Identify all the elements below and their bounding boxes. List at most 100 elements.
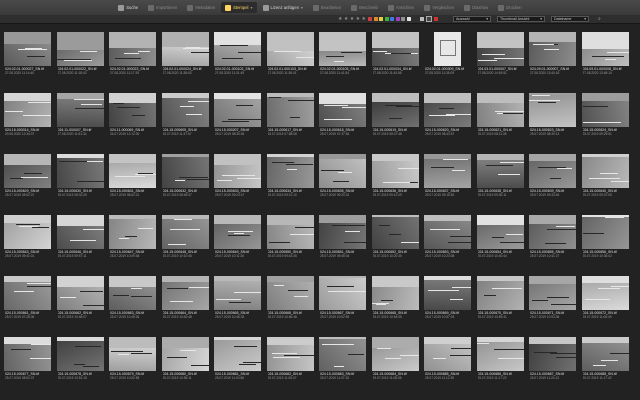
thumbnail-image[interactable]: [581, 154, 629, 188]
thumbnail-item[interactable]: 024.15-000621_SN.tif 25.07.2019 08:11:35: [475, 91, 526, 152]
toolbar-button-10[interactable]: Drucken: [494, 2, 526, 13]
thumbnail-image[interactable]: [4, 337, 51, 371]
thumbnail-item[interactable]: 024.02.01-000105_SN.tif 27.08.2020 11:41:…: [317, 30, 368, 91]
toolbar-button-0[interactable]: Suche: [114, 2, 142, 13]
thumbnail-item[interactable]: 024.02.01-000034_SN.tif 27.08.2020 11:43:…: [370, 30, 421, 91]
thumbnail-item[interactable]: 024.15-000655_SN.tif 25.07.2019 10:41:27: [527, 213, 578, 274]
sort-dropdown[interactable]: Dateiname ▾: [551, 16, 589, 22]
thumbnail-item[interactable]: 024.15-000605_SN.tif 25.07.2019 11:37:57: [160, 91, 211, 152]
thumbnail-item[interactable]: 024.15-000688_SN.tif 25.07.2019 11:17:42: [580, 335, 631, 396]
thumbnail-image[interactable]: [319, 215, 366, 249]
thumbnail-image[interactable]: [266, 154, 314, 188]
thumbnail-image[interactable]: [161, 337, 209, 371]
thumbnail-image[interactable]: [371, 215, 419, 249]
thumbnail-image[interactable]: [424, 154, 471, 188]
toolbar-button-1[interactable]: Importieren: [144, 2, 181, 13]
thumbnail-image[interactable]: [266, 93, 314, 127]
thumbnail-item[interactable]: 024.15-000648_SN.tif 25.07.2019 10:10:46: [160, 213, 211, 274]
thumbnail-image[interactable]: [4, 32, 51, 66]
thumbnail-item[interactable]: 024.15-000669_SN.tif 25.07.2019 10:57:03: [422, 274, 473, 335]
thumbnail-image[interactable]: [109, 154, 156, 188]
thumbnail-item[interactable]: 024.15-000663_SN.tif 25.07.2019 10:45:26: [107, 274, 158, 335]
thumbnail-item[interactable]: 024.15-000620_SN.tif 25.07.2019 08:43:57: [422, 91, 473, 152]
thumbnail-item[interactable]: 024.11-000007_SN.tif 27.08.2020 11:51:34: [55, 91, 106, 152]
thumbnail-item[interactable]: 024.15-000635_SN.tif 25.07.2019 09:20:31: [317, 152, 368, 213]
thumbnail-image[interactable]: [214, 32, 261, 66]
thumbnail-item[interactable]: 024.15-000640_SN.tif 25.07.2019 09:37:05: [580, 152, 631, 213]
thumbnail-image[interactable]: [109, 93, 156, 127]
thumbnail-image[interactable]: [424, 93, 471, 127]
thumbnail-item[interactable]: 024.15-000639_SN.tif 25.07.2019 09:33:46: [527, 152, 578, 213]
thumbnail-item[interactable]: 024.15-000638_SN.tif 25.07.2019 09:30:11: [475, 152, 526, 213]
thumbnail-image[interactable]: [4, 93, 51, 127]
toolbar-button-8[interactable]: Vergleichen: [420, 2, 458, 13]
thumbnail-item[interactable]: 024.02.01-000024_SN.tif 27.08.2020 11:38:…: [160, 30, 211, 91]
thumbnail-image[interactable]: [581, 337, 629, 371]
toolbar-button-4[interactable]: Lizenz anfügen ▾: [259, 2, 307, 13]
thumbnail-item[interactable]: 024.15-000665_SN.tif 25.07.2019 10:46:33: [212, 274, 263, 335]
thumbnail-item[interactable]: 024.15-000682_SN.tif 25.07.2019 11:05:07: [265, 335, 316, 396]
thumbnail-item[interactable]: 024.15-000631_SN.tif 25.07.2019 08:52:21: [107, 152, 158, 213]
thumbnail-item[interactable]: 024.15-000684_SN.tif 25.07.2019 11:08:36: [370, 335, 421, 396]
thumbnail-item[interactable]: 024.15-000633_SN.tif 25.07.2019 09:23:47: [212, 152, 263, 213]
thumbnail-image[interactable]: [56, 154, 104, 188]
thumbnail-item[interactable]: 024.15-000618_SN.tif 25.07.2019 07:37:54: [317, 91, 368, 152]
thumbnail-image[interactable]: [266, 337, 314, 371]
thumbnail-image[interactable]: [424, 337, 471, 371]
thumbnail-image[interactable]: [424, 276, 471, 310]
thumbnail-item[interactable]: 024.15-000646_SN.tif 25.07.2019 09:57:11: [55, 213, 106, 274]
thumbnail-image[interactable]: [371, 154, 419, 188]
thumbnail-image[interactable]: [214, 93, 261, 127]
thumbnail-image[interactable]: [56, 276, 104, 310]
thumbnail-image[interactable]: [109, 276, 156, 310]
thumbnail-item[interactable]: 024.15-000687_SN.tif 25.07.2019 11:24:13: [527, 335, 578, 396]
thumbnail-image[interactable]: [109, 337, 156, 371]
thumbnail-image[interactable]: [56, 93, 104, 127]
thumbnail-image[interactable]: [4, 215, 51, 249]
flag-black-icon[interactable]: [426, 16, 432, 22]
thumbnail-item[interactable]: 024.15-000661_SN.tif 25.07.2019 07:28:06: [2, 274, 53, 335]
thumbnail-image[interactable]: [56, 32, 104, 66]
thumbnail-image[interactable]: [161, 276, 209, 310]
thumbnail-image[interactable]: [214, 276, 261, 310]
flag-filter[interactable]: [420, 16, 438, 22]
thumbnail-item[interactable]: 024.15-000617_SN.tif 25.07.2019 07:58:08: [265, 91, 316, 152]
thumbnail-item[interactable]: 024.15-000632_SN.tif 25.07.2019 08:45:07: [160, 152, 211, 213]
thumbnail-item[interactable]: 024.15-000647_SN.tif 25.07.2019 10:09:48: [107, 213, 158, 274]
color-label-swatch[interactable]: [390, 17, 394, 21]
thumbnail-item[interactable]: 024.11-000069_SN.tif 04.07.2019 12:12:39: [107, 91, 158, 152]
thumbnail-image[interactable]: [56, 215, 104, 249]
thumbnail-image[interactable]: [476, 93, 524, 127]
thumbnail-item[interactable]: 024.15-000629_SN.tif 25.07.2019 08:52:07: [2, 152, 53, 213]
thumbnail-item[interactable]: 024.02.01-000027_SN.tif 27.08.2020 11:14:…: [2, 30, 53, 91]
thumbnail-image[interactable]: [56, 337, 104, 371]
thumbnail-item[interactable]: 024.15-000667_SN.tif 25.07.2019 10:52:59: [317, 274, 368, 335]
thumbnail-item[interactable]: 024.15-000014_SN.tif 20.08.2020 12:34:07: [2, 91, 53, 152]
thumbnail-item[interactable]: 024.15-000666_SN.tif 25.07.2019 10:56:48: [265, 274, 316, 335]
toolbar-button-5[interactable]: Bearbeiten: [309, 2, 345, 13]
thumbnail-image[interactable]: [4, 276, 51, 310]
thumbnail-image[interactable]: [529, 215, 576, 249]
thumbnail-item[interactable]: 024.15-000207_SN.tif 25.07.2019 08:30:45: [212, 91, 263, 152]
thumbnail-item[interactable]: 024.15-000680_SN.tif 25.07.2019 10:55:11: [160, 335, 211, 396]
thumbnail-image[interactable]: [529, 154, 576, 188]
thumbnail-item[interactable]: 024.02.01-000023_SN.tif 27.08.2020 11:17:…: [107, 30, 158, 91]
thumbnail-item[interactable]: 024.15-000679_SN.tif 25.07.2019 10:52:58: [107, 335, 158, 396]
thumbnail-item[interactable]: 024.15-000686_SN.tif 25.07.2019 11:17:22: [475, 335, 526, 396]
thumbnail-image[interactable]: [529, 276, 576, 310]
thumbnail-item[interactable]: 024.15-000662_SN.tif 25.07.2019 10:48:07: [55, 274, 106, 335]
thumbnail-image[interactable]: [371, 93, 419, 127]
thumbnail-item[interactable]: 024.15-000652_SN.tif 25.07.2019 10:20:35: [370, 213, 421, 274]
thumbnail-image[interactable]: [581, 32, 629, 66]
thumbnail-item[interactable]: 024.15-000677_SN.tif 25.07.2019 08:52:07: [2, 335, 53, 396]
toolbar-button-7[interactable]: Ansichten: [384, 2, 418, 13]
thumbnail-item[interactable]: 024.15-000623_SN.tif 25.07.2019 08:30:13: [527, 91, 578, 152]
thumbnail-image[interactable]: [319, 276, 366, 310]
thumbnail-image[interactable]: [266, 215, 314, 249]
rating-filter-stars[interactable]: ★ ★ ★ ★ ★: [338, 15, 366, 23]
thumbnail-item[interactable]: 024.15-000672_SN.tif 25.07.2019 11:06:49: [580, 274, 631, 335]
thumbnail-image[interactable]: [319, 32, 366, 66]
thumbnail-image[interactable]: [529, 32, 576, 66]
thumbnail-image[interactable]: [371, 276, 419, 310]
thumbnail-item[interactable]: 024.15-000656_SN.tif 25.07.2019 10:36:02: [580, 213, 631, 274]
